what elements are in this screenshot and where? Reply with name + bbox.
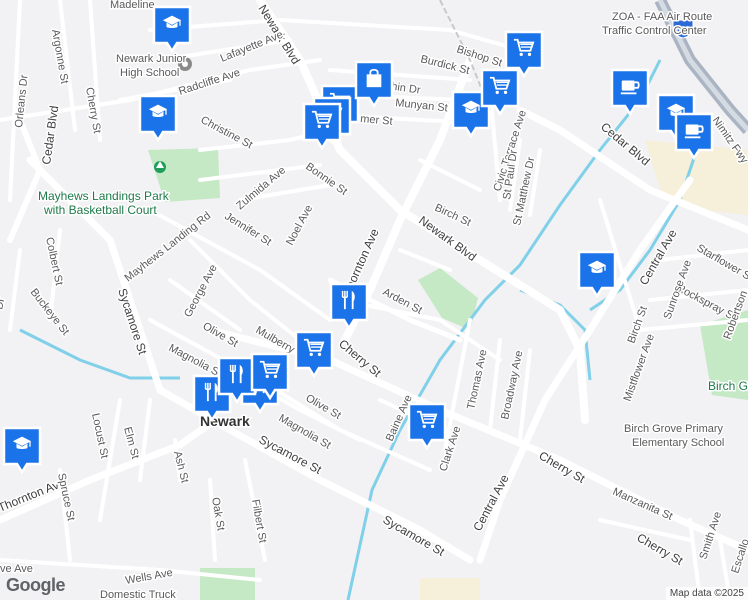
place-label-birch-grove-school: Elementary School — [632, 437, 724, 449]
map-view[interactable]: 880 Madeline Bishop St Burdick St Newark… — [0, 0, 748, 600]
place-label-birch-grove-school: Birch Grove Primary — [624, 423, 724, 435]
map-attribution[interactable]: Map data ©2025 — [665, 587, 748, 600]
park-south — [200, 568, 255, 600]
place-label-zoa: ZOA - FAA Air Route — [612, 11, 712, 23]
google-logo: Google — [6, 575, 66, 595]
commercial-zone-south — [420, 578, 480, 600]
place-label-zoa: Traffic Control Center — [602, 25, 707, 37]
place-label-newark-jhs: High School — [120, 67, 179, 79]
map-canvas[interactable]: 880 Madeline Bishop St Burdick St Newark… — [0, 0, 748, 600]
street-label: ve Ave — [0, 563, 33, 575]
place-label-mayhews-park: Mayhews Landings Park — [38, 189, 170, 203]
city-label: Newark — [200, 413, 250, 429]
street-label: Madeline — [110, 0, 155, 11]
place-label-newark-jhs: Newark Junior — [116, 53, 187, 65]
park-icon — [154, 161, 166, 173]
street-label: Domestic Truck — [100, 589, 176, 600]
place-label-mayhews-park: with Basketball Court — [43, 203, 157, 217]
place-label-birch-grove-park: Birch Grove — [708, 379, 748, 393]
